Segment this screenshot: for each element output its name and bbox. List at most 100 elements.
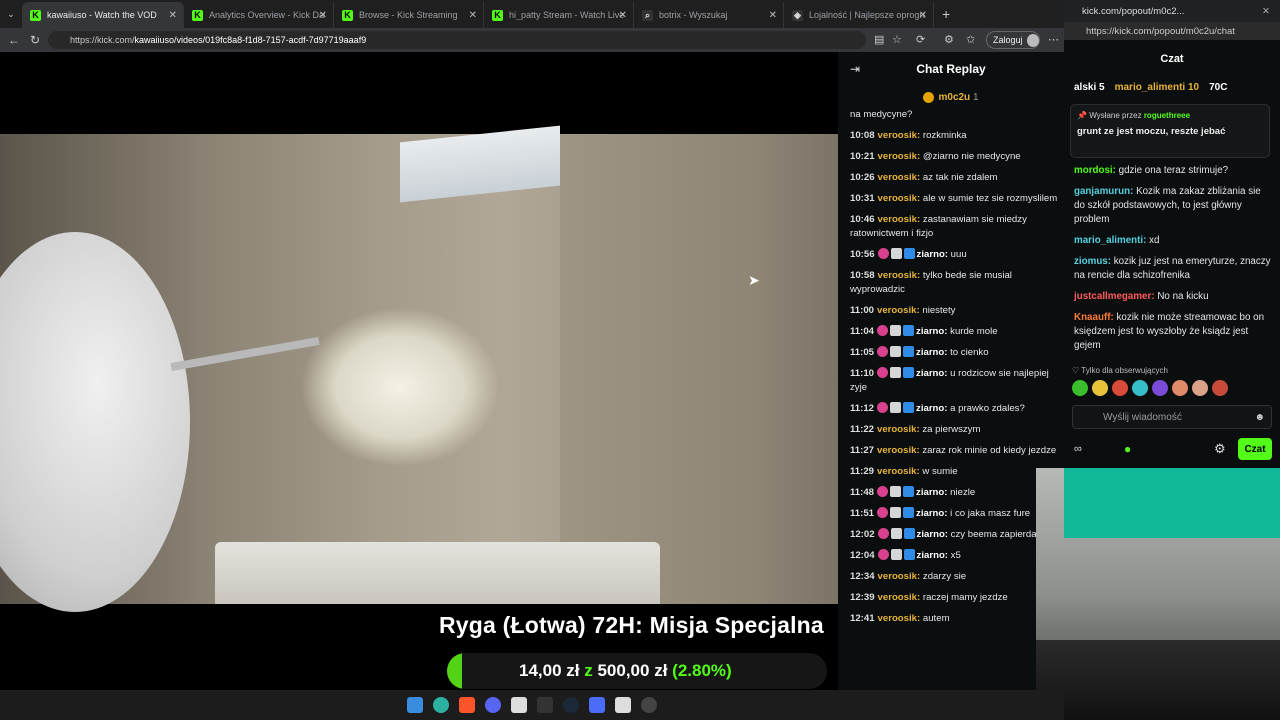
login-button[interactable]: Zaloguj xyxy=(986,31,1040,49)
tab-close-icon[interactable]: ✕ xyxy=(319,10,327,21)
tab-close-icon[interactable]: ✕ xyxy=(769,10,777,21)
tab-close-icon[interactable]: ✕ xyxy=(169,10,177,21)
reload-icon[interactable]: ↻ xyxy=(30,33,40,47)
message-text: raczej mamy jezdze xyxy=(922,592,1008,603)
address-bar: ← ↻ https://kick.com/kawaiiuso/videos/01… xyxy=(0,28,1064,52)
message-user[interactable]: ziarno: xyxy=(917,550,948,561)
user-badge-icon xyxy=(877,248,889,259)
tab-list-icon[interactable]: ⌄ xyxy=(0,9,22,20)
message-user[interactable]: ziarno: xyxy=(916,487,947,498)
browser-tab[interactable]: Kkawaiiuso - Watch the VOD ✕ xyxy=(22,2,184,28)
message-user[interactable]: ziomus: xyxy=(1074,256,1111,267)
message-user[interactable]: mario_alimenti: xyxy=(1074,235,1146,246)
tab-favicon-icon: K xyxy=(342,9,353,21)
browser-tab[interactable]: ◈ Lojalność | Najlepsze oprogram ✕ xyxy=(784,2,934,28)
reader-icon[interactable]: ▤ xyxy=(874,33,884,46)
message-user[interactable]: veroosik: xyxy=(877,305,920,316)
video-player[interactable] xyxy=(0,52,838,690)
message-user[interactable]: ziarno: xyxy=(917,249,948,260)
message-user[interactable]: Knaauff: xyxy=(1074,312,1114,323)
message-user[interactable]: ziarno: xyxy=(916,326,947,337)
message-user[interactable]: justcallmegamer: xyxy=(1074,291,1155,302)
obs-icon[interactable] xyxy=(641,697,657,713)
url-input[interactable]: https://kick.com/kawaiiuso/videos/019fc8… xyxy=(48,31,866,49)
user-badge-icon xyxy=(903,402,915,413)
infinity-icon[interactable]: ∞ xyxy=(1074,443,1082,455)
message-text: x5 xyxy=(950,550,961,561)
popout-url[interactable]: https://kick.com/popout/m0c2u/chat xyxy=(1064,22,1280,40)
user-badge-icon xyxy=(903,549,915,560)
message-user[interactable]: mordosi: xyxy=(1074,165,1116,176)
app-icon[interactable] xyxy=(615,697,631,713)
browser-tab[interactable]: ⌕ botrix - Wyszukaj ✕ xyxy=(634,2,784,28)
url-path: kawaiiuso/videos/019fc8a8-f1d8-7157-acdf… xyxy=(134,35,367,45)
favorite-icon[interactable]: ☆ xyxy=(892,33,902,46)
message-user[interactable]: ziarno: xyxy=(916,368,947,379)
collapse-chat-icon[interactable]: ⇥ xyxy=(850,62,860,76)
epic-icon[interactable] xyxy=(537,697,553,713)
message-user[interactable]: veroosik: xyxy=(878,193,921,204)
message-user[interactable]: veroosik: xyxy=(878,214,921,225)
message-user[interactable]: veroosik: xyxy=(877,445,920,456)
message-text: w sumie xyxy=(922,466,958,477)
app-icon[interactable] xyxy=(589,697,605,713)
settings-icon[interactable]: ⚙ xyxy=(1214,441,1226,457)
gold-badge-icon xyxy=(923,91,935,103)
user-badge-icon xyxy=(890,549,902,560)
message-user[interactable]: veroosik: xyxy=(878,571,921,582)
emote-icon[interactable] xyxy=(1072,380,1088,396)
tab-close-icon[interactable]: ✕ xyxy=(919,10,927,21)
message-user[interactable]: veroosik: xyxy=(878,130,921,141)
message-time: 12:04 xyxy=(850,550,875,561)
chat-replay-messages: na medycyne? 10:08 veroosik: rozkminka 10:2… xyxy=(850,108,1064,633)
message-user[interactable]: veroosik: xyxy=(877,466,920,477)
chat-message-input[interactable]: Wyślij wiadomość ☻ xyxy=(1072,405,1272,429)
message-user[interactable]: ziarno: xyxy=(916,403,947,414)
message-user[interactable]: veroosik: xyxy=(878,172,921,183)
message-user[interactable]: ziarno: xyxy=(916,347,947,358)
favorites-bar-icon[interactable]: ✩ xyxy=(966,33,975,46)
chat-message: 11:22 veroosik: za pierwszym xyxy=(850,423,1064,437)
message-user[interactable]: ziarno: xyxy=(916,508,947,519)
message-text: No na kicku xyxy=(1157,291,1209,302)
extension-icon[interactable]: ⚙ xyxy=(944,33,954,46)
refresh-extension-icon[interactable]: ⟳ xyxy=(916,33,925,46)
message-user[interactable]: veroosik: xyxy=(878,270,921,281)
emote-icon[interactable] xyxy=(1132,380,1148,396)
tab-close-icon[interactable]: ✕ xyxy=(469,10,477,21)
chat-send-button[interactable]: Czat xyxy=(1238,438,1272,460)
message-user[interactable]: veroosik: xyxy=(878,592,921,603)
message-user[interactable]: veroosik: xyxy=(878,613,921,624)
emote-icon[interactable] xyxy=(1112,380,1128,396)
message-user[interactable]: ganjamurun: xyxy=(1074,186,1133,197)
start-icon[interactable] xyxy=(407,697,423,713)
new-tab-icon[interactable]: + xyxy=(942,6,950,22)
message-user[interactable]: veroosik: xyxy=(878,151,921,162)
chat-message: 11:12 ziarno: a prawko zdales? xyxy=(850,402,1064,416)
more-icon[interactable]: ⋯ xyxy=(1048,33,1059,46)
kick-icon[interactable]: ● xyxy=(1124,442,1131,456)
emote-icon[interactable] xyxy=(1152,380,1168,396)
emote-icon[interactable] xyxy=(1192,380,1208,396)
followers-only-label: ♡ Tylko dla obserwujących xyxy=(1072,366,1168,375)
emote-icon[interactable] xyxy=(1172,380,1188,396)
tab-close-icon[interactable]: ✕ xyxy=(619,10,627,21)
emoji-icon[interactable]: ☻ xyxy=(1254,412,1265,423)
top-gifter-count: 1 xyxy=(972,91,979,103)
message-user[interactable]: veroosik: xyxy=(877,424,920,435)
message-user[interactable]: ziarno: xyxy=(917,529,948,540)
edge-icon[interactable] xyxy=(433,697,449,713)
emote-icon[interactable] xyxy=(1092,380,1108,396)
popout-window-title: kick.com/popout/m0c2... xyxy=(1082,5,1185,17)
browser-tab[interactable]: K Browse - Kick Streaming ✕ xyxy=(334,2,484,28)
pinned-message[interactable]: 📌 Wysłane przez roguethreee grunt ze jes… xyxy=(1070,104,1270,158)
close-icon[interactable]: ✕ xyxy=(1262,6,1270,17)
app-icon[interactable] xyxy=(511,697,527,713)
discord-icon[interactable] xyxy=(485,697,501,713)
steam-icon[interactable] xyxy=(563,697,579,713)
emote-icon[interactable] xyxy=(1212,380,1228,396)
back-icon[interactable]: ← xyxy=(8,33,20,47)
browser-tab[interactable]: K Analytics Overview - Kick Dashb✕ xyxy=(184,2,334,28)
browser-tab[interactable]: Khi_patty Stream - Watch Live o ✕ xyxy=(484,2,634,28)
brave-icon[interactable] xyxy=(459,697,475,713)
